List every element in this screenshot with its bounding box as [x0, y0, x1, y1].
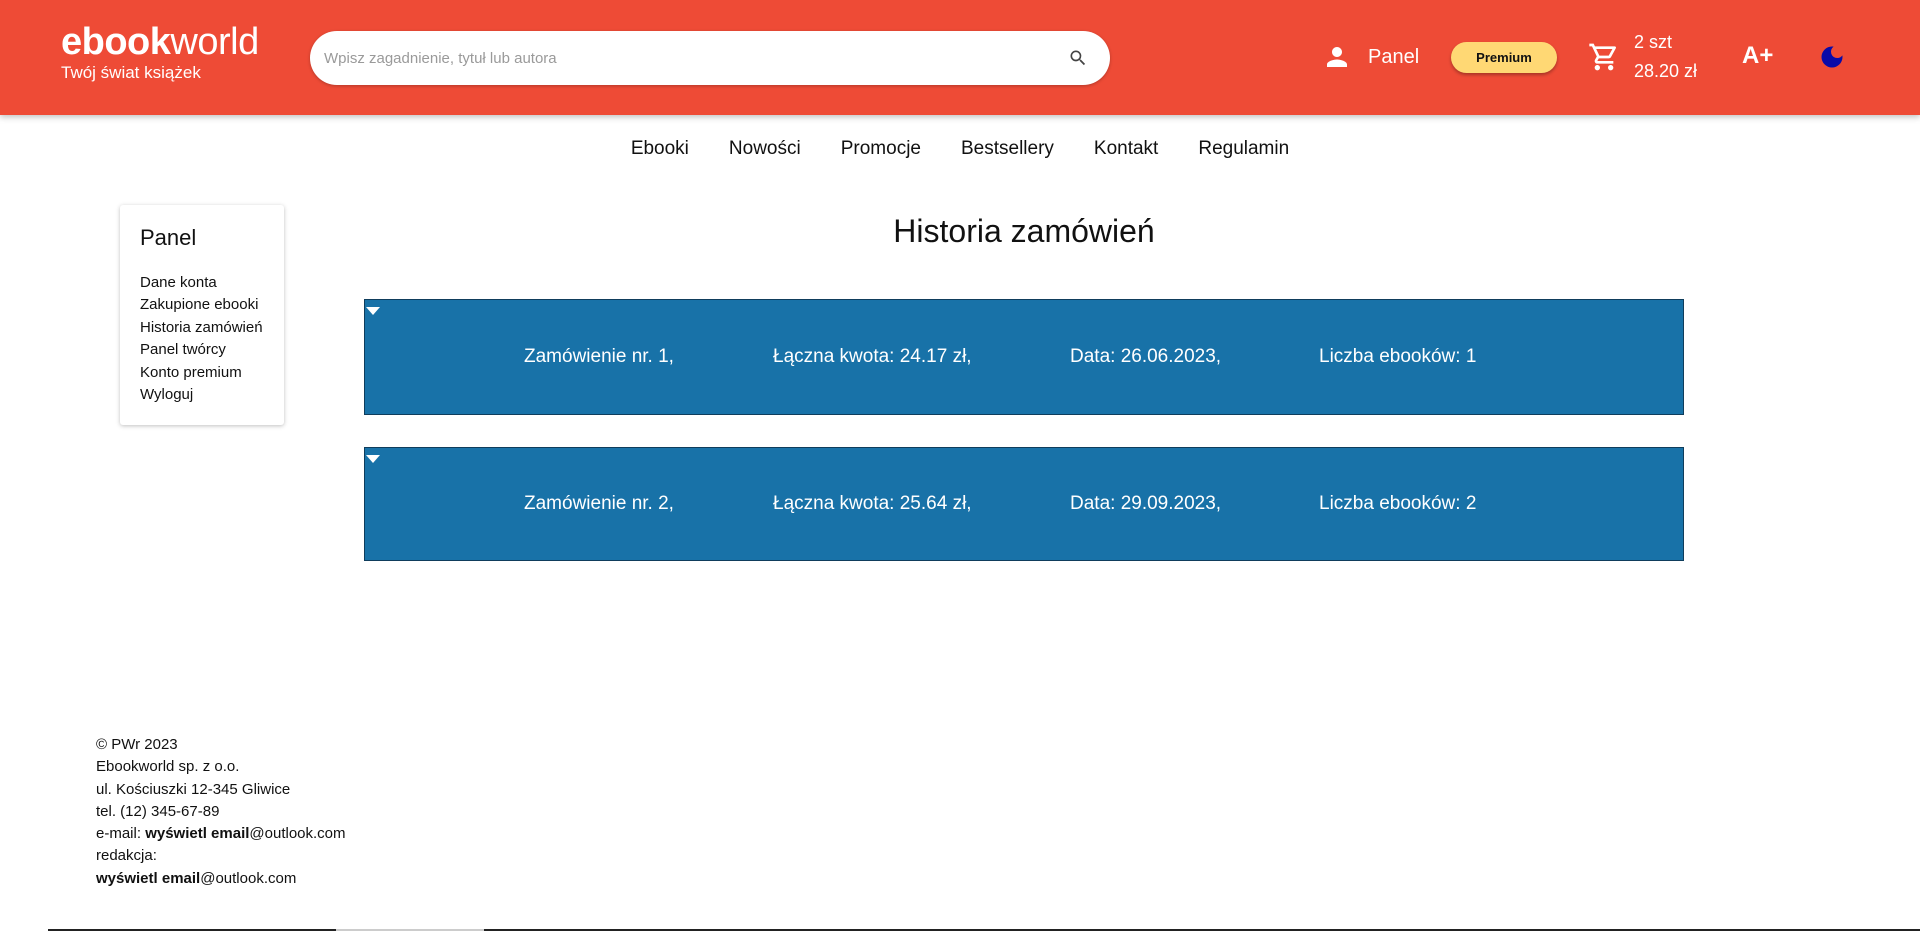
sidebar-item-zakupione-ebooki[interactable]: Zakupione ebooki [140, 294, 284, 316]
order-ebook-count: Liczba ebooków: 1 [1319, 346, 1477, 367]
caret-down-icon[interactable] [365, 454, 381, 464]
order-row[interactable]: Zamówienie nr. 2, Łączna kwota: 25.64 zł… [364, 447, 1684, 561]
page-title: Historia zamówień [893, 213, 1155, 249]
sidebar-item-dane-konta[interactable]: Dane konta [140, 272, 284, 294]
logo[interactable]: ebookworld Twój świat książek [61, 22, 259, 83]
order-number: Zamówienie nr. 2, [524, 493, 674, 514]
order-date: Data: 26.06.2023, [1070, 346, 1222, 367]
bottom-scrollbar[interactable] [48, 929, 1920, 931]
scrollbar-thumb[interactable] [336, 929, 484, 931]
search-bar [310, 31, 1110, 85]
search-input[interactable] [324, 31, 1044, 85]
nav-item-ebooki[interactable]: Ebooki [631, 138, 689, 160]
footer-email-domain: @outlook.com [249, 825, 346, 843]
caret-down-icon[interactable] [365, 306, 381, 316]
panel-link[interactable]: Panel [1322, 40, 1419, 74]
order-total: Łączna kwota: 24.17 zł, [773, 346, 972, 367]
sidebar-item-wyloguj[interactable]: Wyloguj [140, 384, 284, 406]
cart-count: 2 szt [1634, 32, 1673, 52]
footer-copyright: © PWr 2023 [96, 736, 178, 753]
footer-editorial-link[interactable]: wyświetl email [96, 870, 200, 887]
header: ebookworld Twój świat książek Panel Prem… [0, 0, 1920, 115]
footer-editorial-line: wyświetl email@outlook.com [96, 868, 346, 890]
sidebar-title: Panel [140, 225, 197, 250]
cart-total: 28.20 zł [1634, 61, 1698, 81]
order-row[interactable]: Zamówienie nr. 1, Łączna kwota: 24.17 zł… [364, 299, 1684, 415]
nav-item-bestsellery[interactable]: Bestsellery [961, 138, 1054, 160]
order-ebook-count: Liczba ebooków: 2 [1319, 493, 1477, 514]
footer-editorial-domain: @outlook.com [200, 869, 297, 887]
logo-light: world [170, 21, 259, 63]
user-icon [1327, 47, 1347, 67]
order-total: Łączna kwota: 25.64 zł, [773, 493, 972, 514]
footer-editorial-label: redakcja: [96, 847, 157, 865]
logo-bold: ebook [61, 21, 171, 63]
nav-item-promocje[interactable]: Promocje [841, 138, 921, 160]
footer-company: Ebookworld sp. z o.o. [96, 758, 240, 776]
sidebar-panel: Panel Dane konta Zakupione ebooki Histor… [120, 205, 284, 425]
footer: © PWr 2023 Ebookworld sp. z o.o. ul. Koś… [96, 734, 346, 890]
footer-phone: tel. (12) 345-67-89 [96, 802, 220, 820]
cart-button[interactable]: 2 szt 28.20 zł [1588, 28, 1697, 86]
font-size-button[interactable]: A+ [1742, 42, 1773, 70]
search-icon[interactable] [1068, 48, 1088, 68]
footer-email-line: e-mail: wyświetl email@outlook.com [96, 823, 346, 845]
footer-address: ul. Kościuszki 12-345 Gliwice [96, 780, 291, 798]
logo-tagline: Twój świat książek [61, 63, 201, 82]
sidebar-item-historia-zamowien[interactable]: Historia zamówień [140, 317, 284, 339]
order-date: Data: 29.09.2023, [1070, 493, 1222, 514]
nav-item-regulamin[interactable]: Regulamin [1198, 138, 1289, 160]
footer-email-prefix: e-mail: [96, 825, 146, 843]
nav-item-nowosci[interactable]: Nowości [729, 138, 801, 160]
sidebar-item-konto-premium[interactable]: Konto premium [140, 362, 284, 384]
nav-item-kontakt[interactable]: Kontakt [1094, 138, 1158, 160]
main-nav: Ebooki Nowości Promocje Bestsellery Kont… [0, 138, 1920, 160]
footer-email-link[interactable]: wyświetl email [145, 825, 249, 842]
order-number: Zamówienie nr. 1, [524, 346, 674, 367]
premium-button[interactable]: Premium [1451, 42, 1557, 73]
sidebar-item-panel-tworcy[interactable]: Panel twórcy [140, 339, 284, 361]
moon-icon[interactable] [1818, 43, 1846, 71]
cart-icon [1589, 43, 1617, 71]
panel-link-label: Panel [1368, 45, 1420, 68]
